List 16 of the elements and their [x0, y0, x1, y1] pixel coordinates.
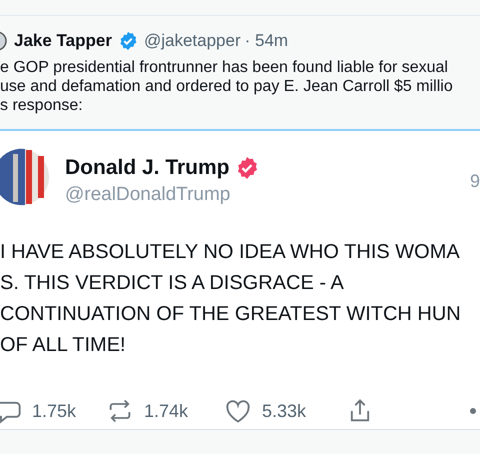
post-time: 9: [470, 170, 480, 193]
author-name: Donald J. Trump: [65, 155, 230, 181]
tweet-text-line: use and defamation and ordered to pay E. Jean Carroll $5 millio: [0, 77, 454, 96]
tweet-text-line: S. THIS VERDICT IS A DISGRACE - A: [0, 271, 345, 296]
post-time: · 54m: [244, 30, 288, 52]
tweet-text-line: OF ALL TIME!: [0, 333, 127, 358]
tweet-text-line: I HAVE ABSOLUTELY NO IDEA WHO THIS WOMA: [0, 240, 461, 265]
tweet-text-line: CONTINUATION OF THE GREATEST WITCH HUN: [0, 302, 462, 327]
author-handle: @jaketapper: [144, 30, 241, 52]
tweet-text-line: s response:: [0, 96, 84, 115]
tweet-text-line: e GOP presidential frontrunner has been found liable for sexual: [0, 58, 449, 77]
author-name: Jake Tapper: [14, 30, 112, 52]
author-handle: @realDonaldTrump: [65, 183, 232, 207]
repost-button[interactable]: 1.74k: [106, 397, 224, 425]
reply-button[interactable]: 1.75k: [0, 397, 106, 425]
like-button[interactable]: 5.33k: [224, 397, 346, 425]
